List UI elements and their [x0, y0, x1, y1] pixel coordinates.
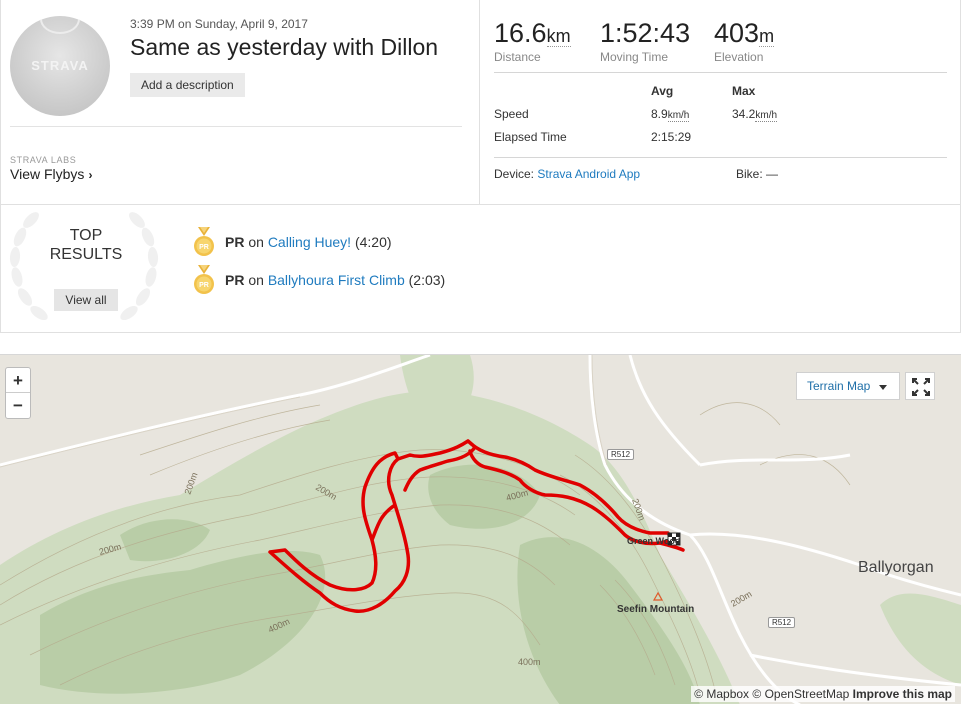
road-shield: R512 — [607, 449, 635, 460]
mapbox-attribution-link[interactable]: © Mapbox — [694, 687, 749, 701]
osm-attribution-link[interactable]: © OpenStreetMap — [752, 687, 849, 701]
divider — [494, 157, 947, 158]
column-header-avg: Avg — [651, 84, 674, 98]
town-label: Ballyorgan — [858, 559, 934, 576]
stat-moving-time-label: Moving Time — [600, 50, 669, 64]
stat-distance-unit: km — [546, 26, 571, 47]
speed-avg-value: 8.9 — [651, 107, 668, 121]
activity-title[interactable]: Same as yesterday with Dillon — [130, 34, 438, 61]
pr-badge-text: PR — [199, 282, 209, 289]
caret-down-icon — [879, 385, 887, 390]
bike-info: Bike: — — [736, 167, 778, 181]
device-link[interactable]: Strava Android App — [537, 167, 640, 181]
map-canvas[interactable]: 200m 200m 200m 200m 400m 400m 400m 200m … — [0, 355, 961, 704]
chevron-right-icon: › — [88, 168, 93, 182]
activity-header: STRAVA 3:39 PM on Sunday, April 9, 2017 … — [1, 0, 479, 204]
pr-label: PR — [225, 272, 245, 288]
stat-elevation: 403m Elevation — [714, 18, 775, 64]
activity-map[interactable]: 200m 200m 200m 200m 400m 400m 400m 200m … — [0, 354, 961, 704]
place-label: Green Wood — [627, 536, 680, 546]
fullscreen-button[interactable] — [905, 372, 935, 400]
road-shield: R512 — [768, 617, 796, 628]
view-flybys-link[interactable]: View Flybys › — [10, 166, 92, 182]
pr-on-text: on — [248, 234, 264, 250]
top-results-heading-line2: RESULTS — [49, 246, 123, 263]
activity-datetime: 3:39 PM on Sunday, April 9, 2017 — [130, 17, 308, 31]
contour-label: 400m — [518, 657, 541, 667]
jersey-collar-graphic — [40, 16, 80, 34]
stat-elevation-value: 403 — [714, 18, 760, 48]
bike-value: — — [766, 167, 779, 181]
view-flybys-label: View Flybys — [10, 166, 85, 182]
pr-medal-icon: PR — [194, 227, 214, 256]
segment-time: (4:20) — [354, 234, 392, 250]
speed-avg-unit: km/h — [667, 110, 690, 122]
stat-elevation-label: Elevation — [714, 50, 764, 64]
mountain-label: Seefin Mountain — [617, 604, 694, 615]
device-label: Device: — [494, 167, 535, 181]
segment-time: (2:03) — [408, 272, 446, 288]
stat-moving-time: 1:52:43 Moving Time — [600, 18, 690, 64]
speed-avg: 8.9km/h — [651, 107, 690, 122]
stat-distance-value: 16.6 — [494, 18, 547, 48]
segment-link[interactable]: Ballyhoura First Climb — [268, 272, 405, 288]
stat-distance-label: Distance — [494, 50, 541, 64]
stat-elevation-unit: m — [759, 26, 775, 47]
speed-max-unit: km/h — [755, 110, 778, 122]
zoom-control: + − — [5, 367, 31, 419]
zoom-out-button[interactable]: − — [6, 393, 30, 418]
pr-medal-icon: PR — [194, 265, 214, 294]
elapsed-time-label: Elapsed Time — [494, 130, 567, 144]
athlete-avatar[interactable]: STRAVA — [10, 16, 110, 116]
bike-label: Bike: — [736, 167, 763, 181]
pr-label: PR — [225, 234, 245, 250]
divider — [10, 126, 462, 127]
column-header-max: Max — [732, 84, 756, 98]
view-all-results-button[interactable]: View all — [54, 289, 118, 311]
map-type-label: Terrain Map — [807, 379, 871, 393]
map-attribution: © Mapbox © OpenStreetMap Improve this ma… — [691, 686, 955, 702]
avatar-brand-logo: STRAVA — [31, 58, 89, 73]
add-description-button[interactable]: Add a description — [130, 73, 245, 97]
divider — [494, 72, 947, 73]
stat-distance: 16.6km Distance — [494, 18, 571, 64]
activity-summary-card: STRAVA 3:39 PM on Sunday, April 9, 2017 … — [0, 0, 961, 205]
device-info: Device: Strava Android App — [494, 167, 640, 181]
segment-link[interactable]: Calling Huey! — [268, 234, 351, 250]
strava-labs-label: STRAVA LABS — [10, 155, 77, 165]
speed-label: Speed — [494, 107, 529, 121]
top-results-card: TOP RESULTS View all PR PR on Calling Hu… — [0, 205, 961, 333]
top-results-heading-line1: TOP — [69, 227, 103, 244]
map-type-dropdown[interactable]: Terrain Map — [796, 372, 900, 400]
pr-badge-text: PR — [199, 244, 209, 251]
elapsed-time-value: 2:15:29 — [651, 130, 692, 144]
activity-stats: 16.6km Distance 1:52:43 Moving Time 403m… — [479, 0, 961, 204]
pr-on-text: on — [248, 272, 264, 288]
speed-max: 34.2km/h — [732, 107, 778, 122]
speed-max-value: 34.2 — [732, 107, 756, 121]
zoom-in-button[interactable]: + — [6, 368, 30, 393]
improve-map-link[interactable]: Improve this map — [853, 687, 952, 701]
fullscreen-icon — [912, 378, 930, 396]
top-results-heading: TOP RESULTS — [31, 226, 141, 264]
stat-moving-time-value: 1:52:43 — [600, 18, 691, 48]
